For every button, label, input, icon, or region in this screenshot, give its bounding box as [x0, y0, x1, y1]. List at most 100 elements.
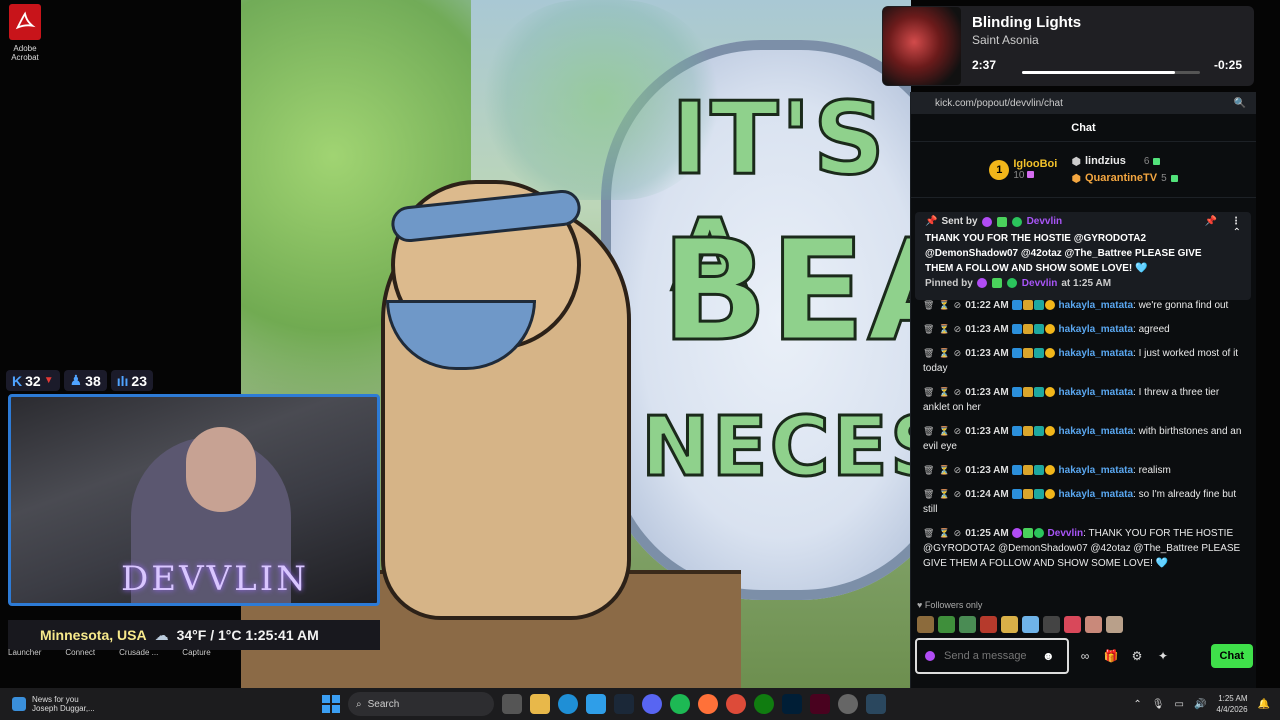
- pin-pinner[interactable]: Devvlin: [1022, 278, 1058, 289]
- subscriber-badge-icon: [1033, 465, 1044, 476]
- windows-start-icon[interactable]: [322, 695, 340, 713]
- steam-icon[interactable]: [614, 694, 634, 714]
- edge-icon[interactable]: [558, 694, 578, 714]
- tier-badge-icon: [1011, 324, 1022, 335]
- chrome-icon[interactable]: [726, 694, 746, 714]
- message-username[interactable]: hakayla_matata: [1059, 348, 1134, 359]
- discord-icon[interactable]: [642, 694, 662, 714]
- ban-icon[interactable]: ⊘: [954, 489, 962, 499]
- gift-icon[interactable]: 🎁: [1101, 646, 1121, 666]
- timeout-icon[interactable]: ⏳: [938, 426, 949, 436]
- ban-icon[interactable]: ⊘: [954, 324, 962, 334]
- timeout-icon[interactable]: ⏳: [938, 300, 949, 310]
- clock[interactable]: 1:25 AM 4/4/2026: [1216, 693, 1247, 715]
- message-username[interactable]: Devvlin: [1048, 528, 1084, 539]
- search-icon: ⌕: [356, 698, 362, 710]
- more-options-icon[interactable]: ⋮: [1231, 216, 1241, 227]
- timeout-icon[interactable]: ⏳: [938, 465, 949, 475]
- spotify-icon[interactable]: [670, 694, 690, 714]
- photoshop-icon[interactable]: [782, 694, 802, 714]
- launcher-item[interactable]: Capture: [182, 648, 210, 657]
- message-time: 01:24 AM: [965, 489, 1009, 500]
- message-username[interactable]: hakayla_matata: [1059, 465, 1134, 476]
- chat-send-button[interactable]: Chat: [1210, 644, 1253, 668]
- leaderboard-third[interactable]: ⬢ QuarantineTV 5: [1071, 172, 1178, 185]
- file-explorer-icon[interactable]: [530, 694, 550, 714]
- chevron-up-icon[interactable]: ⌃: [1133, 699, 1141, 710]
- firefox-icon[interactable]: [698, 694, 718, 714]
- ban-icon[interactable]: ⊘: [954, 300, 962, 310]
- ban-icon[interactable]: ⊘: [954, 528, 962, 538]
- news-subtitle: Joseph Duggar,...: [32, 704, 95, 713]
- ban-icon[interactable]: ⊘: [954, 426, 962, 436]
- timeout-icon[interactable]: ⏳: [938, 348, 949, 358]
- launcher-item[interactable]: Connect: [65, 648, 95, 657]
- network-icon[interactable]: ▭: [1175, 699, 1184, 710]
- leaderboard-second[interactable]: ⬢ lindzius 6: [1071, 155, 1177, 168]
- bot-icon[interactable]: ✦: [1153, 646, 1173, 666]
- timeout-icon[interactable]: ⏳: [938, 489, 949, 499]
- url-bar[interactable]: kick.com/popout/devvlin/chat 🔍: [911, 92, 1256, 114]
- emote-icon[interactable]: [917, 616, 934, 633]
- chat-message: 🗑 ⏳ ⊘ 01:23 AM hakayla_matata: I threw a th…: [923, 385, 1245, 415]
- settings-icon[interactable]: ⚙: [1127, 646, 1147, 666]
- delete-icon[interactable]: 🗑: [923, 528, 934, 538]
- ban-icon[interactable]: ⊘: [954, 387, 962, 397]
- ban-icon[interactable]: ⊘: [954, 348, 962, 358]
- message-username[interactable]: hakayla_matata: [1059, 426, 1134, 437]
- timeout-icon[interactable]: ⏳: [938, 324, 949, 334]
- message-username[interactable]: hakayla_matata: [1059, 324, 1134, 335]
- emote-icon[interactable]: [1064, 616, 1081, 633]
- track-title: Blinding Lights: [972, 14, 1082, 31]
- desktop-icon-adobe-acrobat[interactable]: Adobe Acrobat: [4, 4, 46, 62]
- chat-message-field[interactable]: ☻: [915, 638, 1069, 674]
- emote-icon[interactable]: [1106, 616, 1123, 633]
- emote-icon[interactable]: [980, 616, 997, 633]
- chat-messages: 🗑 ⏳ ⊘ 01:22 AM hakayla_matata: we're gonna …: [911, 298, 1257, 604]
- delete-icon[interactable]: 🗑: [923, 348, 934, 358]
- message-username[interactable]: hakayla_matata: [1059, 300, 1134, 311]
- volume-icon[interactable]: 🔊: [1194, 699, 1206, 710]
- notifications-icon[interactable]: 🔔: [1258, 699, 1270, 710]
- indesign-icon[interactable]: [810, 694, 830, 714]
- zoom-icon[interactable]: 🔍: [1234, 98, 1246, 109]
- delete-icon[interactable]: 🗑: [923, 465, 934, 475]
- microphone-icon[interactable]: 🎙: [1152, 699, 1165, 710]
- message-username[interactable]: hakayla_matata: [1059, 387, 1134, 398]
- delete-icon[interactable]: 🗑: [923, 300, 934, 310]
- delete-icon[interactable]: 🗑: [923, 489, 934, 499]
- album-art: [883, 7, 961, 85]
- emote-icon[interactable]: [1043, 616, 1060, 633]
- gift-badge-icon: [1044, 324, 1055, 335]
- delete-icon[interactable]: 🗑: [923, 324, 934, 334]
- leaderboard-first[interactable]: 1 IglooBoi 10: [989, 158, 1057, 181]
- xbox-icon[interactable]: [754, 694, 774, 714]
- launcher-item[interactable]: Crusade ...: [119, 648, 158, 657]
- message-username[interactable]: hakayla_matata: [1059, 489, 1134, 500]
- launcher-item[interactable]: Launcher: [8, 648, 41, 657]
- emote-icon[interactable]: [1085, 616, 1102, 633]
- delete-icon[interactable]: 🗑: [923, 387, 934, 397]
- task-view-icon[interactable]: [502, 694, 522, 714]
- timeout-icon[interactable]: ⏳: [938, 528, 949, 538]
- pin-sender[interactable]: Devvlin: [1027, 216, 1063, 227]
- obs-icon[interactable]: [838, 694, 858, 714]
- url-text[interactable]: kick.com/popout/devvlin/chat: [935, 98, 1063, 109]
- collapse-icon[interactable]: ⌃: [1233, 227, 1241, 276]
- chat-message-input[interactable]: [944, 650, 1034, 662]
- news-widget[interactable]: News for you Joseph Duggar,...: [0, 695, 220, 713]
- copilot-icon[interactable]: [586, 694, 606, 714]
- kicks-icon[interactable]: ∞: [1075, 646, 1095, 666]
- emoji-icon[interactable]: ☻: [1042, 649, 1055, 663]
- emote-icon[interactable]: [1001, 616, 1018, 633]
- timeout-icon[interactable]: ⏳: [938, 387, 949, 397]
- taskbar-search[interactable]: ⌕ Search: [348, 692, 494, 716]
- unpin-icon[interactable]: 📌: [1205, 216, 1217, 227]
- emote-icon[interactable]: [938, 616, 955, 633]
- steam-alt-icon[interactable]: [866, 694, 886, 714]
- ban-icon[interactable]: ⊘: [954, 465, 962, 475]
- tier-badge-icon: [1011, 348, 1022, 359]
- emote-icon[interactable]: [1022, 616, 1039, 633]
- emote-icon[interactable]: [959, 616, 976, 633]
- delete-icon[interactable]: 🗑: [923, 426, 934, 436]
